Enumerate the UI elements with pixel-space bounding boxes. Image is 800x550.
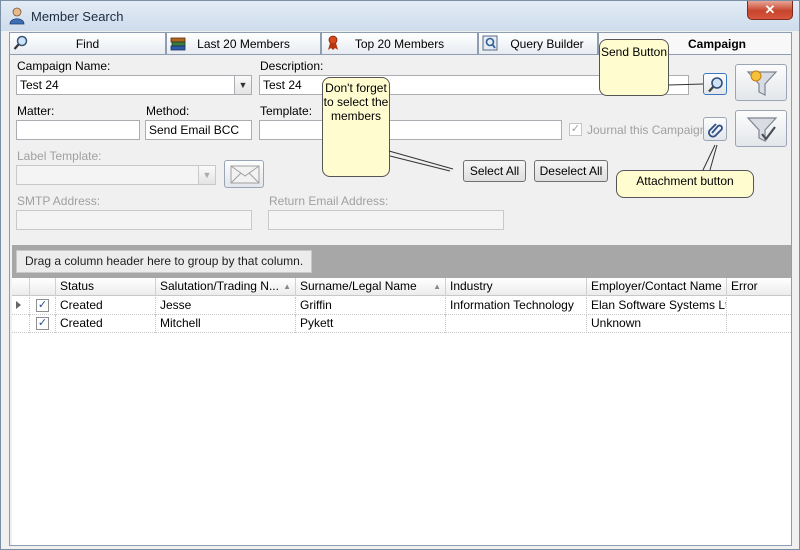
send-button-callout: Send Button <box>599 39 669 96</box>
cell-status: Created <box>56 315 156 333</box>
column-header-salutation[interactable]: Salutation/Trading N... ▲ <box>156 278 296 296</box>
tab-find-label: Find <box>75 37 100 51</box>
member-search-window: Member Search ✕ Find Last 20 Members Top… <box>0 0 800 550</box>
member-search-app-icon <box>9 7 25 25</box>
chevron-down-icon[interactable]: ▼ <box>234 76 251 94</box>
attachment-button[interactable] <box>703 117 727 141</box>
cell-employer: Elan Software Systems Ltd <box>587 297 727 315</box>
tab-top-20-label: Top 20 Members <box>354 37 445 51</box>
sort-indicator-icon: ▲ <box>283 282 291 291</box>
members-grid: Drag a column header here to group by th… <box>12 245 791 545</box>
grid-header: Status Salutation/Trading N... ▲ Surname… <box>12 278 791 296</box>
template-field[interactable] <box>259 120 562 140</box>
tab-last-20-members[interactable]: Last 20 Members <box>166 32 321 54</box>
cell-status: Created <box>56 297 156 315</box>
cell-industry <box>446 315 587 333</box>
column-header-surname-label: Surname/Legal Name <box>300 279 417 293</box>
apply-filter-button[interactable] <box>735 110 787 147</box>
cell-salutation: Mitchell <box>156 315 296 333</box>
cell-surname: Pykett <box>296 315 446 333</box>
column-header-status[interactable]: Status <box>56 278 156 296</box>
row-indicator-cell <box>12 315 30 333</box>
return-email-label: Return Email Address: <box>269 194 389 208</box>
row-select-checkbox[interactable]: ✓ <box>36 299 49 312</box>
row-select-checkbox[interactable]: ✓ <box>36 317 49 330</box>
group-by-hint: Drag a column header here to group by th… <box>16 250 313 273</box>
sort-indicator-icon: ▲ <box>433 282 441 291</box>
table-row[interactable]: ✓ Created Jesse Griffin Information Tech… <box>12 297 791 315</box>
smtp-address-field[interactable] <box>16 210 252 230</box>
column-header-employer[interactable]: Employer/Contact Name <box>587 278 727 296</box>
matter-field[interactable] <box>16 120 140 140</box>
deselect-all-button[interactable]: Deselect All <box>534 160 608 182</box>
label-envelope-button[interactable] <box>224 160 264 188</box>
send-button[interactable] <box>703 73 727 95</box>
tab-find[interactable]: Find <box>9 32 166 54</box>
label-template-label: Label Template: <box>17 149 102 163</box>
tab-last-20-label: Last 20 Members <box>197 37 290 51</box>
description-label: Description: <box>260 59 324 73</box>
cell-surname: Griffin <box>296 297 446 315</box>
chevron-down-icon[interactable]: ▼ <box>198 166 215 184</box>
journal-label: Journal this Campaign <box>587 123 707 137</box>
title-bar[interactable]: Member Search ✕ <box>1 1 799 31</box>
method-field[interactable]: Send Email BCC <box>145 120 252 140</box>
tab-query-builder[interactable]: Query Builder <box>478 32 598 54</box>
select-members-callout: Don't forget to select the members <box>322 77 390 177</box>
group-by-area[interactable]: Drag a column header here to group by th… <box>12 245 791 278</box>
campaign-name-combo[interactable]: Test 24 ▼ <box>16 75 252 95</box>
select-all-button[interactable]: Select All <box>463 160 526 182</box>
template-label: Template: <box>260 104 313 118</box>
tab-bar: Find Last 20 Members Top 20 Members Quer… <box>9 32 792 55</box>
method-value: Send Email BCC <box>149 123 240 137</box>
campaign-name-label: Campaign Name: <box>17 59 111 73</box>
table-row[interactable]: ✓ Created Mitchell Pykett Unknown <box>12 315 791 333</box>
cell-salutation: Jesse <box>156 297 296 315</box>
run-filter-button[interactable] <box>735 64 787 101</box>
cell-error <box>727 315 791 333</box>
tab-query-builder-label: Query Builder <box>510 37 584 51</box>
row-pointer-icon <box>16 301 21 309</box>
return-email-field[interactable] <box>268 210 504 230</box>
campaign-panel: Campaign Name: Test 24 ▼ Description: Te… <box>9 39 792 546</box>
send-search-icon <box>707 76 725 97</box>
journal-checkbox[interactable]: ✓ <box>569 123 582 136</box>
row-indicator-cell <box>12 297 30 315</box>
column-header-error[interactable]: Error <box>727 278 791 296</box>
funnel-check-icon <box>746 114 778 147</box>
cell-industry: Information Technology <box>446 297 587 315</box>
column-header-surname[interactable]: Surname/Legal Name ▲ <box>296 278 446 296</box>
paperclip-icon <box>707 121 725 142</box>
label-template-combo[interactable]: ▼ <box>16 165 216 185</box>
cell-employer: Unknown <box>587 315 727 333</box>
smtp-address-label: SMTP Address: <box>17 194 101 208</box>
envelope-icon <box>230 165 260 187</box>
matter-label: Matter: <box>17 104 55 118</box>
funnel-star-icon <box>746 68 778 101</box>
campaign-name-value: Test 24 <box>20 78 59 92</box>
column-header-industry[interactable]: Industry <box>446 278 587 296</box>
window-title: Member Search <box>31 9 124 24</box>
close-button[interactable]: ✕ <box>747 1 793 20</box>
column-header-indicator <box>12 278 30 296</box>
description-value: Test 24 <box>263 78 302 92</box>
cell-error <box>727 297 791 315</box>
attachment-button-callout: Attachment button <box>616 170 754 198</box>
column-header-salutation-label: Salutation/Trading N... <box>160 279 279 293</box>
method-label: Method: <box>146 104 190 118</box>
column-header-select[interactable] <box>30 278 56 296</box>
row-select-cell: ✓ <box>30 315 56 333</box>
tab-top-20-members[interactable]: Top 20 Members <box>321 32 478 54</box>
row-select-cell: ✓ <box>30 297 56 315</box>
